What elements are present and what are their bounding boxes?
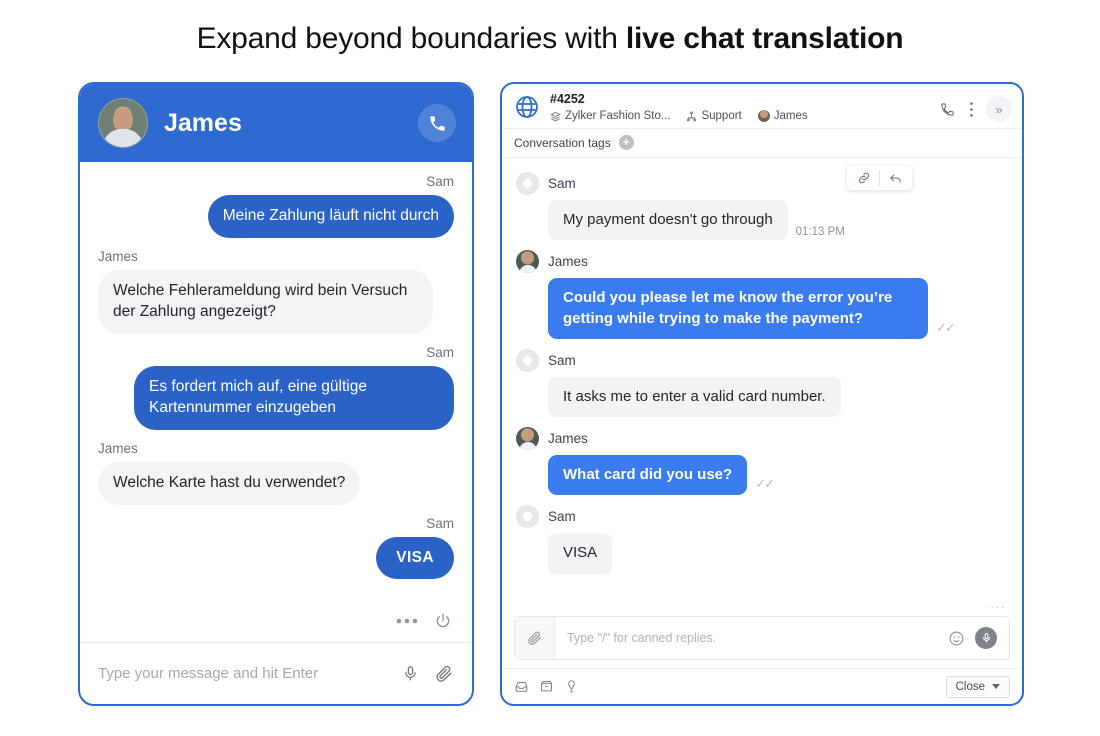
org-tree-icon (686, 110, 697, 122)
add-tag-button[interactable]: + (618, 135, 634, 150)
chat-message: Sam VISA (98, 516, 454, 580)
phone-icon[interactable] (418, 104, 456, 142)
archive-icon[interactable] (539, 679, 554, 694)
chevron-down-icon (992, 684, 1000, 689)
message-sender: Sam (426, 174, 454, 189)
message-sender: Sam (548, 509, 576, 525)
desk-header-actions: » (911, 96, 1012, 122)
reply-input[interactable]: Type "/" for canned replies. (555, 631, 948, 645)
message-sender: Sam (548, 352, 576, 368)
message-sender: Sam (426, 344, 454, 360)
more-vertical-icon[interactable] (969, 101, 974, 118)
desk-header: #4252 Zylker Fashion Sto... Support Jame… (502, 84, 1022, 129)
breadcrumb-label: Zylker Fashion Sto... (565, 110, 671, 122)
message-bubble: My payment doesn't go through (548, 200, 788, 241)
chat-widget-header: James (80, 84, 472, 162)
message-bubble: Could you please let me know the error y… (548, 278, 928, 339)
globe-icon (514, 94, 540, 120)
desk-message: James What card did you use? ✓✓ (516, 427, 1008, 496)
message-sender: James (548, 431, 588, 446)
delivery-ticks: ✓✓ (755, 476, 775, 492)
agent-avatar (757, 110, 770, 122)
james-avatar (516, 250, 539, 274)
message-input[interactable]: Type your message and hit Enter (98, 665, 390, 682)
message-sender: James (548, 254, 588, 270)
typing-indicator: ··· (990, 599, 1006, 614)
chat-widget: James Sam Meine Zahlung läuft nicht durc… (78, 82, 474, 706)
james-avatar (98, 98, 148, 148)
power-icon[interactable] (434, 612, 452, 630)
breadcrumb-label: James (773, 110, 808, 122)
inbox-icon[interactable] (514, 679, 529, 694)
message-bubble: VISA (548, 533, 613, 574)
message-sender: James (98, 440, 138, 456)
message-bubble: Meine Zahlung läuft nicht durch (207, 195, 454, 238)
chat-widget-composer: Type your message and hit Enter (80, 642, 472, 704)
breadcrumb-item-agent[interactable]: James (757, 110, 808, 122)
message-sender: Sam (426, 515, 454, 531)
chat-widget-actions (80, 606, 472, 642)
paperclip-icon[interactable] (515, 617, 555, 659)
close-button-label: Close (955, 680, 985, 693)
message-bubble: Welche Karte hast du verwendet? (98, 461, 361, 505)
desk-footer: Close (502, 668, 1022, 704)
breadcrumb: Zylker Fashion Sto... Support James (550, 110, 808, 122)
share-screen-icon[interactable] (911, 102, 926, 117)
page-root: Expand beyond boundaries with live chat … (0, 0, 1100, 736)
chat-widget-messages: Sam Meine Zahlung läuft nicht durch Jame… (80, 162, 472, 606)
message-bubble: Es fordert mich auf, eine gültige Karten… (134, 365, 454, 430)
message-hover-toolbar (847, 166, 912, 190)
delivery-ticks: ✓✓ (936, 319, 956, 335)
page-title-light: Expand beyond boundaries with (196, 22, 626, 55)
message-timestamp: 01:13 PM (795, 226, 845, 239)
message-bubble: Welche Fehlerameldung wird bein Versuch … (98, 269, 433, 334)
desk-message: James Could you please let me know the e… (516, 250, 1008, 339)
chat-widget-title: James (164, 108, 242, 137)
page-title: Expand beyond boundaries with live chat … (0, 22, 1100, 56)
paperclip-icon[interactable] (435, 664, 454, 683)
message-bubble: It asks me to enter a valid card number. (548, 376, 841, 417)
expand-panel-button[interactable]: » (986, 96, 1012, 122)
more-icon[interactable] (396, 617, 418, 625)
agent-desk-panel: #4252 Zylker Fashion Sto... Support Jame… (500, 82, 1024, 706)
chat-message: James Welche Fehlerameldung wird bein Ve… (98, 249, 454, 334)
reply-icon[interactable] (880, 171, 910, 185)
message-bubble: VISA (376, 536, 454, 580)
sam-avatar (516, 172, 539, 195)
breadcrumb-item-account[interactable]: Zylker Fashion Sto... (550, 110, 670, 122)
mic-icon[interactable] (975, 627, 997, 649)
sam-avatar (516, 505, 539, 529)
link-icon[interactable] (849, 171, 879, 185)
james-avatar (516, 427, 539, 450)
close-button[interactable]: Close (945, 675, 1010, 698)
breadcrumb-item-department[interactable]: Support (686, 110, 742, 122)
desk-message: Sam It asks me to enter a valid card num… (516, 348, 1008, 417)
breadcrumb-label: Support (701, 110, 742, 122)
phone-icon[interactable] (940, 102, 955, 117)
chat-message: Sam Meine Zahlung läuft nicht durch (98, 174, 454, 238)
desk-composer: Type "/" for canned replies. (514, 616, 1010, 660)
chat-message: James Welche Karte hast du verwendet? (98, 441, 454, 505)
message-bubble: What card did you use? (548, 455, 748, 496)
desk-message: Sam My payment doesn't go through 01:13 … (516, 166, 1008, 241)
conversation-tags-row: Conversation tags + (502, 129, 1022, 158)
message-sender: Sam (548, 176, 576, 191)
emoji-icon[interactable] (948, 630, 965, 647)
sam-avatar (516, 348, 539, 372)
layers-icon (550, 111, 561, 122)
desk-message: Sam VISA (516, 505, 1008, 574)
tag-icon[interactable] (564, 679, 579, 694)
page-title-bold: live chat translation (625, 22, 904, 55)
mic-icon[interactable] (402, 664, 419, 683)
chat-message: Sam Es fordert mich auf, eine gültige Ka… (98, 345, 454, 430)
message-sender: James (98, 248, 138, 264)
ticket-id: #4252 (550, 92, 585, 106)
conversation-tags-label: Conversation tags (514, 135, 611, 150)
desk-messages: Sam My payment doesn't go through 01:13 … (502, 158, 1022, 616)
